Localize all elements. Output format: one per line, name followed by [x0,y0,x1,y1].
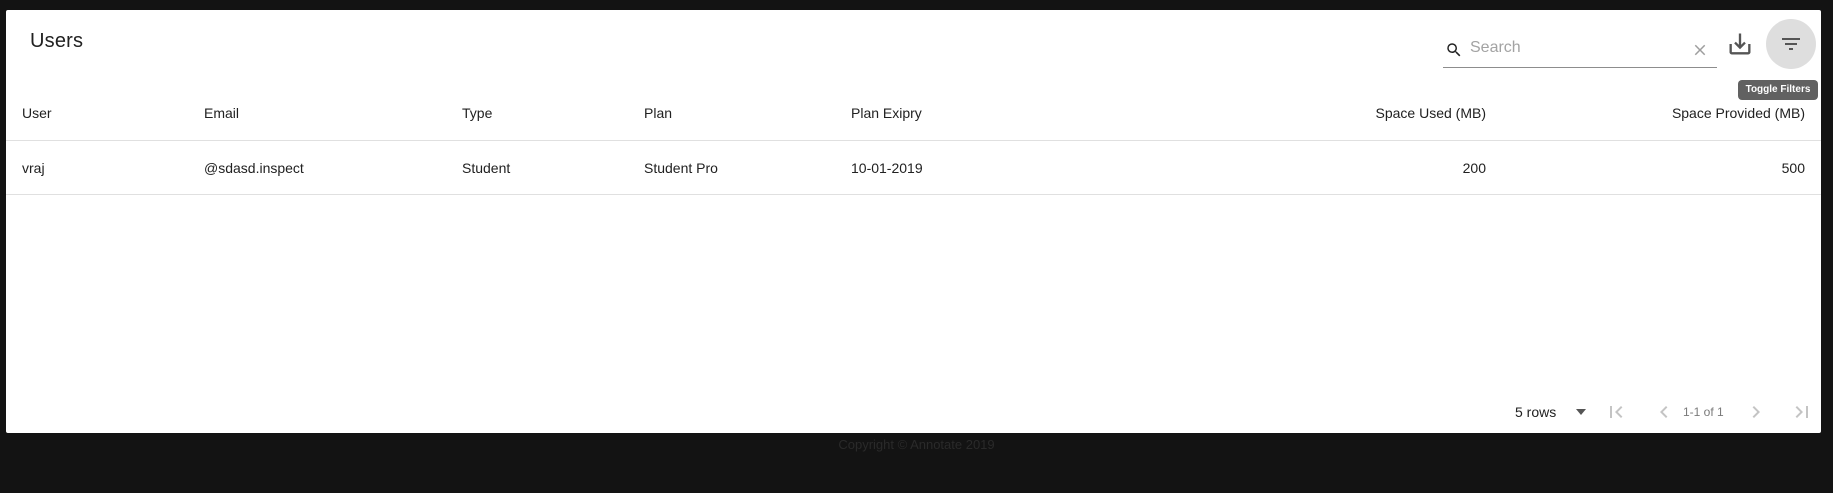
download-button[interactable] [1726,30,1754,58]
next-page-button[interactable] [1744,400,1768,424]
table-pagination: 5 rows 1-1 of 1 [6,396,1821,428]
search-icon [1445,41,1463,59]
cell-email: @sdasd.inspect [188,140,446,195]
cell-type: Student [446,140,628,195]
users-table: User Email Type Plan Plan Exipry Space U… [6,86,1821,195]
download-icon [1726,33,1754,62]
cell-space-used: 200 [1078,140,1486,195]
column-header-plan-expiry[interactable]: Plan Exipry [835,86,1078,141]
rows-per-page-value: 5 rows [1515,404,1557,420]
next-page-icon [1752,406,1760,418]
cell-plan: Student Pro [628,140,835,195]
rows-per-page-select[interactable]: 5 rows [1515,396,1591,428]
search-input[interactable] [1470,35,1680,61]
users-table-card: Users Toggle Filters User [6,10,1821,433]
column-header-plan[interactable]: Plan [628,86,835,141]
filter-list-icon [1782,38,1800,50]
cell-user: vraj [6,140,188,195]
table-header-row: User Email Type Plan Plan Exipry Space U… [6,86,1821,141]
copyright-text: Copyright © Annotate 2019 [838,437,995,452]
last-page-icon [1795,406,1808,418]
first-page-button[interactable] [1604,400,1628,424]
page-range-label: 1-1 of 1 [1683,405,1724,419]
table-toolbar: Users [6,10,1821,74]
column-header-type[interactable]: Type [446,86,628,141]
table-row[interactable]: vraj @sdasd.inspect Student Student Pro … [6,140,1821,195]
prev-page-icon [1660,406,1668,418]
cell-plan-expiry: 10-01-2019 [835,140,1078,195]
clear-icon[interactable] [1691,41,1709,59]
toggle-filters-tooltip: Toggle Filters [1738,80,1818,100]
column-header-user[interactable]: User [6,86,188,141]
column-header-email[interactable]: Email [188,86,446,141]
table-title: Users [30,30,84,52]
toggle-filters-button[interactable] [1766,19,1816,69]
cell-space-provided: 500 [1486,140,1821,195]
column-header-space-used[interactable]: Space Used (MB) [1078,86,1486,141]
arrow-drop-down-icon [1576,409,1586,415]
last-page-button[interactable] [1790,400,1814,424]
search-field[interactable] [1443,27,1717,68]
previous-page-button[interactable] [1652,400,1676,424]
first-page-icon [1610,406,1623,418]
